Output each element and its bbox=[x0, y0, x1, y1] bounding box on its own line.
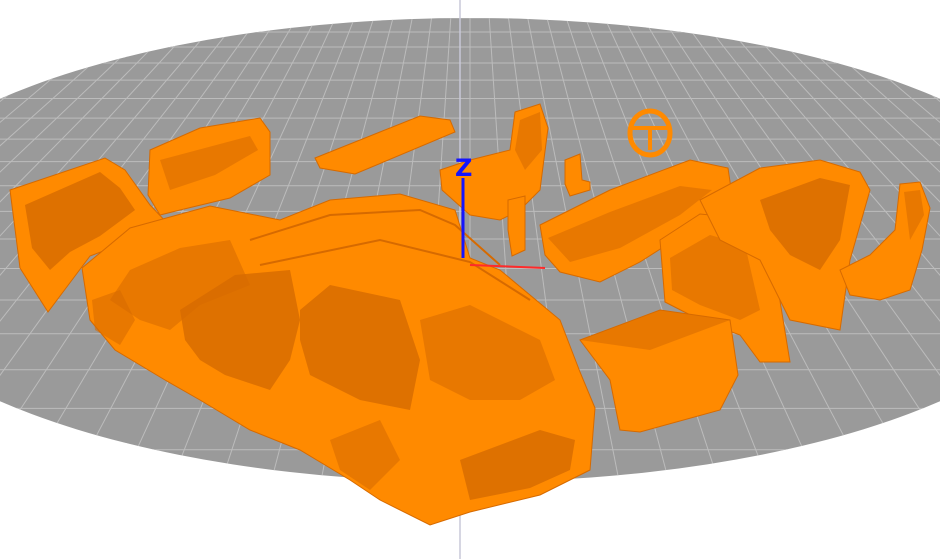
3d-viewport[interactable]: Z bbox=[0, 0, 940, 559]
scene: Z bbox=[0, 0, 940, 559]
z-axis-label: Z bbox=[455, 154, 472, 182]
